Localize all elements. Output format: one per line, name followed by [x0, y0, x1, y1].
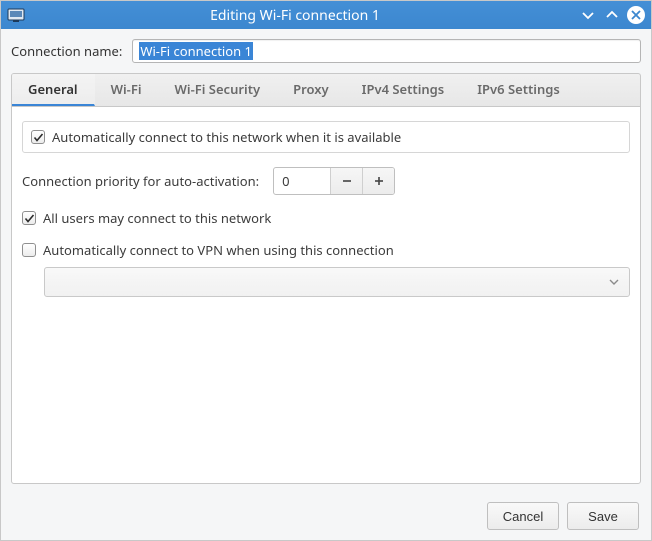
- priority-row: Connection priority for auto-activation:…: [22, 167, 630, 195]
- priority-input[interactable]: 0: [274, 168, 330, 194]
- priority-label: Connection priority for auto-activation:: [22, 172, 259, 190]
- auto-connect-label: Automatically connect to this network wh…: [52, 128, 401, 146]
- tab-general[interactable]: General: [12, 74, 95, 106]
- connection-name-input[interactable]: Wi-Fi connection 1: [132, 39, 641, 63]
- tab-ipv4[interactable]: IPv4 Settings: [346, 74, 462, 106]
- tab-bar: General Wi-Fi Wi-Fi Security Proxy IPv4 …: [11, 73, 641, 106]
- save-button[interactable]: Save: [567, 502, 639, 530]
- tab-ipv6[interactable]: IPv6 Settings: [461, 74, 577, 106]
- all-users-row: All users may connect to this network: [22, 209, 630, 227]
- close-icon[interactable]: [627, 6, 645, 24]
- content-area: Connection name: Wi-Fi connection 1 Gene…: [1, 29, 651, 494]
- vpn-checkbox[interactable]: [22, 243, 36, 257]
- window-controls: [579, 6, 645, 24]
- chevron-down-icon: [609, 277, 619, 287]
- vpn-select[interactable]: [44, 267, 630, 297]
- connection-name-row: Connection name: Wi-Fi connection 1: [11, 39, 641, 63]
- plus-icon: [373, 175, 385, 187]
- dialog-buttons: Cancel Save: [1, 494, 651, 540]
- tab-label: Wi-Fi Security: [175, 80, 261, 98]
- tab-proxy[interactable]: Proxy: [277, 74, 346, 106]
- connection-name-label: Connection name:: [11, 42, 122, 60]
- tab-label: Wi-Fi: [111, 80, 142, 98]
- tab-label: General: [28, 80, 78, 98]
- cancel-button[interactable]: Cancel: [487, 502, 559, 530]
- tab-label: IPv4 Settings: [362, 80, 445, 98]
- window-title: Editing Wi-Fi connection 1: [31, 6, 579, 25]
- priority-decrement-button[interactable]: [330, 168, 362, 194]
- tab-label: Proxy: [293, 80, 329, 98]
- priority-spinner: 0: [273, 167, 395, 195]
- tab-label: IPv6 Settings: [477, 80, 560, 98]
- auto-connect-checkbox[interactable]: [31, 130, 45, 144]
- tab-wifi[interactable]: Wi-Fi: [95, 74, 159, 106]
- auto-connect-row: Automatically connect to this network wh…: [22, 121, 630, 153]
- minimize-icon[interactable]: [579, 6, 597, 24]
- all-users-checkbox[interactable]: [22, 211, 36, 225]
- tab-panel-general: Automatically connect to this network wh…: [11, 106, 641, 484]
- vpn-section: Automatically connect to VPN when using …: [22, 241, 630, 297]
- titlebar: Editing Wi-Fi connection 1: [1, 1, 651, 29]
- priority-increment-button[interactable]: [362, 168, 394, 194]
- minus-icon: [341, 175, 353, 187]
- connection-name-value: Wi-Fi connection 1: [139, 42, 253, 60]
- dialog-window: Editing Wi-Fi connection 1 Connection na…: [0, 0, 652, 541]
- tab-wifi-security[interactable]: Wi-Fi Security: [159, 74, 278, 106]
- maximize-icon[interactable]: [603, 6, 621, 24]
- vpn-label: Automatically connect to VPN when using …: [43, 241, 394, 259]
- app-icon: [7, 6, 25, 24]
- vpn-row: Automatically connect to VPN when using …: [22, 241, 630, 259]
- all-users-label: All users may connect to this network: [43, 209, 271, 227]
